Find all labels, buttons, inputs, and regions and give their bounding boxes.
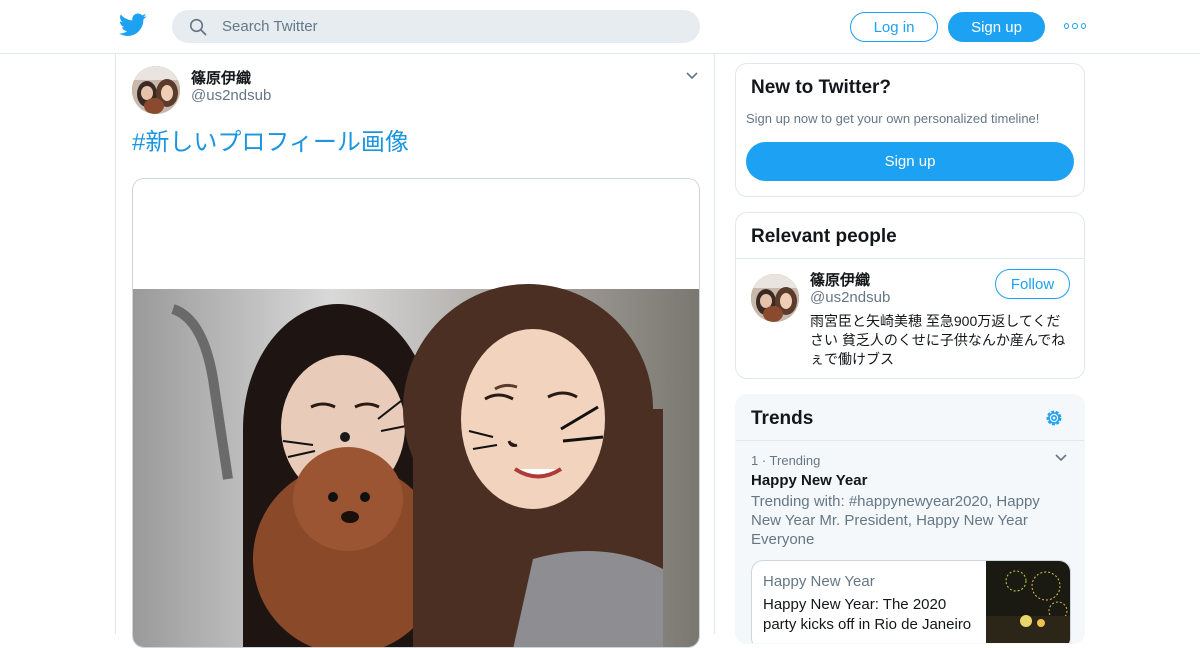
trend-related: Trending with: #happynewyear2020, Happy … [751, 493, 1040, 548]
person-bio: 雨宮臣と矢崎美穂 至急900万返してください 貧乏人のくせに子供なんか産んでねぇ… [810, 313, 1066, 367]
person-display-name[interactable]: 篠原伊織 [810, 269, 870, 290]
search-box[interactable] [172, 10, 700, 43]
news-thumbnail [986, 561, 1070, 643]
trend-rank: 1 · Trending [751, 453, 821, 468]
signup-button[interactable]: Sign up [948, 12, 1045, 42]
relevant-people-title: Relevant people [751, 226, 897, 247]
tweet-photo[interactable] [132, 178, 700, 648]
trends-card: Trends 1 · Trending Happy New Year Trend… [735, 394, 1085, 644]
news-title[interactable]: Happy New Year: The 2020 party kicks off… [763, 595, 983, 635]
tweet-text-hashtag[interactable]: #新しいプロフィール画像 [132, 122, 409, 157]
login-button[interactable]: Log in [850, 12, 938, 42]
author-handle[interactable]: @us2ndsub [191, 87, 271, 104]
trend-news-card[interactable]: Happy New Year Happy New Year: The 2020 … [751, 560, 1071, 643]
tweet: 篠原伊織 @us2ndsub #新しいプロフィール画像 [115, 54, 715, 648]
divider [736, 258, 1084, 259]
avatar[interactable] [751, 274, 799, 322]
trends-title: Trends [751, 408, 814, 429]
follow-button[interactable]: Follow [995, 269, 1070, 299]
trend-name[interactable]: Happy New Year [751, 472, 867, 489]
more-icon[interactable] [1064, 20, 1086, 32]
author-display-name[interactable]: 篠原伊織 [191, 67, 251, 88]
new-to-twitter-subtitle: Sign up now to get your own personalized… [746, 111, 1040, 126]
relevant-people-card: Relevant people 篠原伊織 @us2ndsub Follow 雨宮… [735, 212, 1085, 379]
divider [736, 440, 1084, 441]
more-dot [1072, 23, 1078, 29]
avatar-photo [132, 66, 180, 114]
twitter-bird-icon[interactable] [119, 13, 147, 37]
chevron-down-icon[interactable] [1054, 453, 1068, 463]
new-to-twitter-title: New to Twitter? [751, 77, 892, 98]
avatar-photo [751, 274, 799, 322]
news-source: Happy New Year [763, 573, 875, 590]
chevron-down-icon[interactable] [684, 70, 700, 82]
top-navigation: Log in Sign up [0, 0, 1200, 54]
person-handle[interactable]: @us2ndsub [810, 289, 890, 306]
gear-icon[interactable] [1044, 408, 1064, 428]
more-dot [1064, 23, 1070, 29]
tweet-photo-image [133, 179, 699, 647]
search-input[interactable] [222, 10, 682, 43]
new-to-twitter-card: New to Twitter? Sign up now to get your … [735, 63, 1085, 197]
avatar[interactable] [132, 66, 180, 114]
more-dot [1080, 23, 1086, 29]
sidebar-signup-button[interactable]: Sign up [746, 142, 1074, 181]
search-icon [189, 18, 207, 36]
